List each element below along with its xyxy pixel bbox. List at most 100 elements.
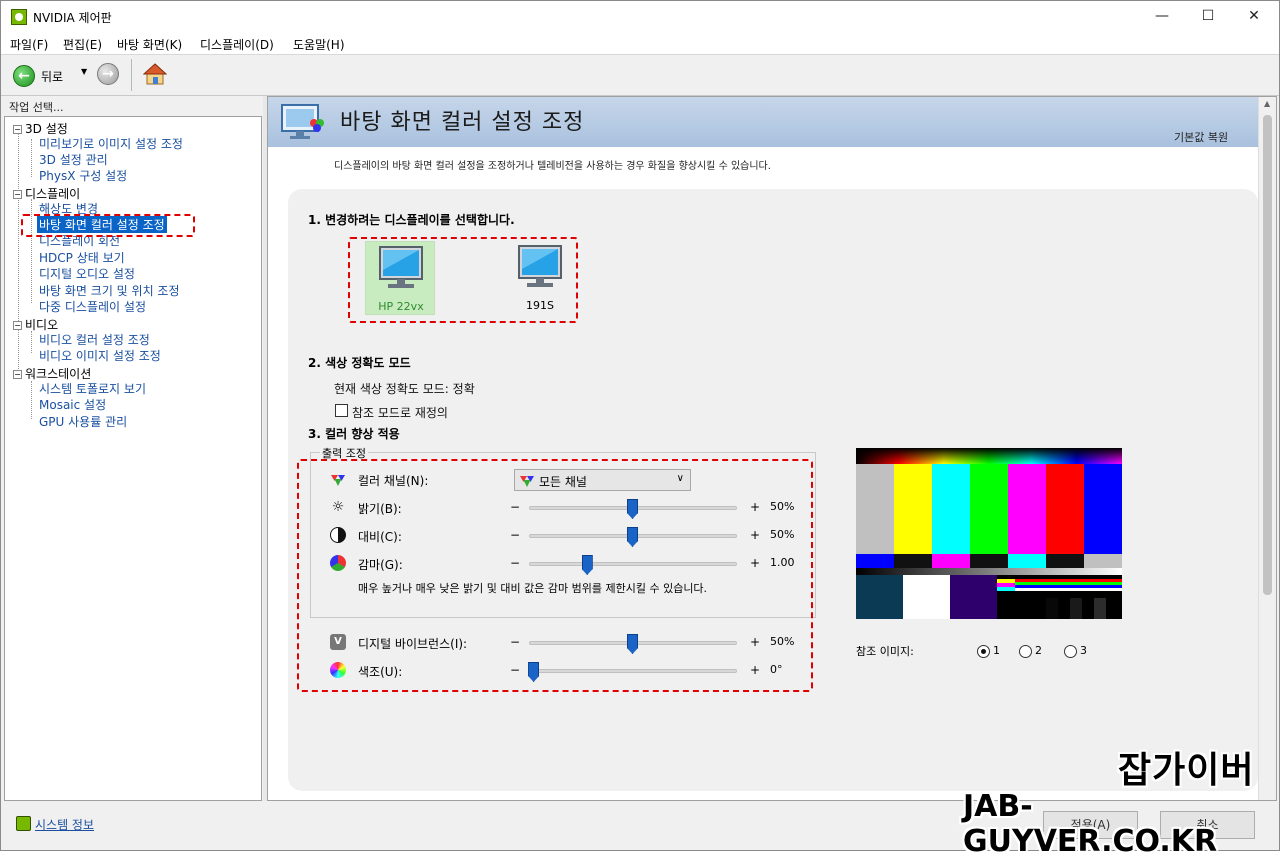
vibrance-row: V 디지털 바이브런스(I): − + 50% bbox=[330, 632, 800, 654]
brightness-label: 밝기(B): bbox=[358, 502, 402, 516]
nvidia-app-icon bbox=[11, 9, 27, 25]
color-channel-select[interactable]: 모든 채널 ∨ bbox=[514, 469, 691, 491]
watermark-url: JAB-GUYVER.CO.KR bbox=[963, 789, 1218, 859]
task-select-header: 작업 선택... bbox=[1, 96, 263, 116]
menu-bar: 파일(F) 편집(E) 바탕 화면(K) 디스플레이(D) 도움말(H) bbox=[1, 32, 1279, 54]
vibrance-icon: V bbox=[330, 634, 346, 650]
tree-item-video-color[interactable]: 비디오 컬러 설정 조정 bbox=[39, 331, 150, 348]
menu-help[interactable]: 도움말(H) bbox=[293, 36, 345, 53]
tree-line bbox=[31, 381, 32, 419]
content-pane: 바탕 화면 컬러 설정 조정 기본값 복원 디스플레이의 바탕 화면 컬러 설정… bbox=[267, 96, 1277, 801]
page-description: 디스플레이의 바탕 화면 컬러 설정을 조정하거나 텔레비전을 사용하는 경우 … bbox=[334, 161, 771, 172]
home-icon[interactable] bbox=[142, 63, 168, 85]
tree-item-multi-display[interactable]: 다중 디스플레이 설정 bbox=[39, 298, 146, 315]
radio-label: 2 bbox=[1035, 644, 1042, 657]
system-info-link[interactable]: 시스템 정보 bbox=[35, 816, 94, 833]
decrease-sign: − bbox=[510, 500, 521, 514]
hue-row: 색조(U): − + 0° bbox=[330, 660, 800, 682]
tree-item-desktop-size[interactable]: 바탕 화면 크기 및 위치 조정 bbox=[39, 282, 180, 299]
brightness-row: ☼ 밝기(B): − + 50% bbox=[330, 497, 800, 519]
section-color-accuracy: 2. 색상 정확도 모드 bbox=[308, 356, 411, 370]
contrast-value: 50% bbox=[770, 528, 795, 541]
contrast-label: 대비(C): bbox=[358, 530, 402, 544]
monitor-icon bbox=[378, 246, 424, 290]
color-channel-label: 컬러 채널(N): bbox=[358, 474, 429, 488]
decrease-sign: − bbox=[510, 663, 521, 677]
display-color-icon bbox=[280, 103, 328, 141]
tree-item-topology[interactable]: 시스템 토폴로지 보기 bbox=[39, 380, 146, 397]
hue-icon bbox=[330, 662, 346, 678]
tree-item-digital-audio[interactable]: 디지털 오디오 설정 bbox=[39, 265, 135, 282]
system-info-icon bbox=[16, 816, 31, 831]
ref-image-radio-1[interactable] bbox=[977, 645, 990, 658]
gamma-note: 매우 높거나 매우 낮은 밝기 및 대비 값은 감마 범위를 제한시킬 수 있습… bbox=[358, 582, 708, 595]
window-title: NVIDIA 제어판 bbox=[33, 11, 112, 25]
tree-item-physx[interactable]: PhysX 구성 설정 bbox=[39, 167, 127, 184]
increase-sign: + bbox=[750, 500, 761, 514]
tree-item-image-preview[interactable]: 미리보기로 이미지 설정 조정 bbox=[39, 135, 183, 152]
slider-thumb[interactable] bbox=[581, 555, 593, 575]
maximize-button[interactable]: ☐ bbox=[1185, 1, 1231, 32]
tree-item-3d-settings[interactable]: 3D 설정 관리 bbox=[39, 151, 108, 168]
hue-label: 색조(U): bbox=[358, 665, 403, 679]
increase-sign: + bbox=[750, 556, 761, 570]
task-select-label: 작업 선택... bbox=[9, 101, 64, 114]
menu-file[interactable]: 파일(F) bbox=[10, 36, 48, 53]
current-accuracy-mode: 현재 색상 정확도 모드: 정확 bbox=[334, 382, 475, 396]
menu-edit[interactable]: 편집(E) bbox=[63, 36, 102, 53]
collapse-icon[interactable]: − bbox=[13, 370, 22, 379]
monitor-icon bbox=[517, 245, 563, 289]
scrollbar-thumb[interactable] bbox=[1263, 115, 1272, 595]
slider-thumb[interactable] bbox=[627, 634, 638, 654]
vertical-scrollbar[interactable]: ▲ bbox=[1258, 97, 1276, 800]
toolbar: ← 뒤로 bbox=[1, 54, 1279, 96]
tree-line bbox=[18, 131, 19, 379]
reference-test-image bbox=[856, 448, 1122, 619]
tree-item-hdcp[interactable]: HDCP 상태 보기 bbox=[39, 249, 125, 266]
display-label: 191S bbox=[526, 299, 554, 312]
tree-item-mosaic[interactable]: Mosaic 설정 bbox=[39, 396, 106, 413]
increase-sign: + bbox=[750, 663, 761, 677]
collapse-icon[interactable]: − bbox=[13, 321, 22, 330]
nvidia-control-panel-window: NVIDIA 제어판 — ☐ ✕ 파일(F) 편집(E) 바탕 화면(K) 디스… bbox=[0, 0, 1280, 859]
minimize-button[interactable]: — bbox=[1139, 1, 1185, 32]
scroll-up-icon[interactable]: ▲ bbox=[1264, 99, 1270, 108]
ref-image-radio-2[interactable] bbox=[1019, 645, 1032, 658]
forward-arrow-icon[interactable]: → bbox=[97, 63, 119, 85]
dropdown-arrow-icon[interactable]: ▼ bbox=[81, 67, 87, 76]
display-hp-22vx[interactable]: HP 22vx bbox=[365, 241, 435, 315]
tree-line bbox=[31, 331, 32, 353]
display-191s[interactable]: 191S bbox=[505, 241, 575, 315]
collapse-icon[interactable]: − bbox=[13, 190, 22, 199]
color-channel-value: 모든 채널 bbox=[539, 475, 587, 489]
tree-group-label: 비디오 bbox=[25, 318, 59, 332]
collapse-icon[interactable]: − bbox=[13, 125, 22, 134]
reference-image-label: 참조 이미지: bbox=[856, 645, 914, 658]
brightness-slider[interactable] bbox=[529, 499, 737, 519]
contrast-slider[interactable] bbox=[529, 527, 737, 547]
gamma-slider[interactable] bbox=[529, 555, 737, 575]
slider-thumb[interactable] bbox=[528, 662, 540, 682]
reference-mode-checkbox[interactable] bbox=[335, 404, 348, 417]
page-banner: 바탕 화면 컬러 설정 조정 기본값 복원 bbox=[268, 97, 1258, 147]
hue-slider[interactable] bbox=[528, 662, 737, 682]
vibrance-value: 50% bbox=[770, 635, 795, 648]
ref-image-radio-3[interactable] bbox=[1064, 645, 1077, 658]
restore-defaults-link[interactable]: 기본값 복원 bbox=[1174, 129, 1228, 145]
increase-sign: + bbox=[750, 528, 761, 542]
vibrance-slider[interactable] bbox=[529, 634, 737, 654]
slider-thumb[interactable] bbox=[627, 527, 638, 547]
decrease-sign: − bbox=[510, 556, 521, 570]
tree-group-label: 워크스테이션 bbox=[25, 367, 92, 381]
reference-mode-label: 참조 모드로 재정의 bbox=[352, 406, 448, 420]
menu-display[interactable]: 디스플레이(D) bbox=[200, 36, 274, 53]
rgb-channel-icon bbox=[330, 471, 346, 487]
tree-item-gpu-usage[interactable]: GPU 사용률 관리 bbox=[39, 413, 127, 430]
tree-item-video-image[interactable]: 비디오 이미지 설정 조정 bbox=[39, 347, 161, 364]
close-button[interactable]: ✕ bbox=[1231, 1, 1277, 32]
slider-thumb[interactable] bbox=[627, 499, 638, 519]
menu-desktop[interactable]: 바탕 화면(K) bbox=[117, 36, 182, 53]
tree-line bbox=[31, 139, 32, 177]
gamma-row: 감마(G): − + 1.00 bbox=[330, 553, 800, 575]
gamma-value: 1.00 bbox=[770, 556, 795, 569]
